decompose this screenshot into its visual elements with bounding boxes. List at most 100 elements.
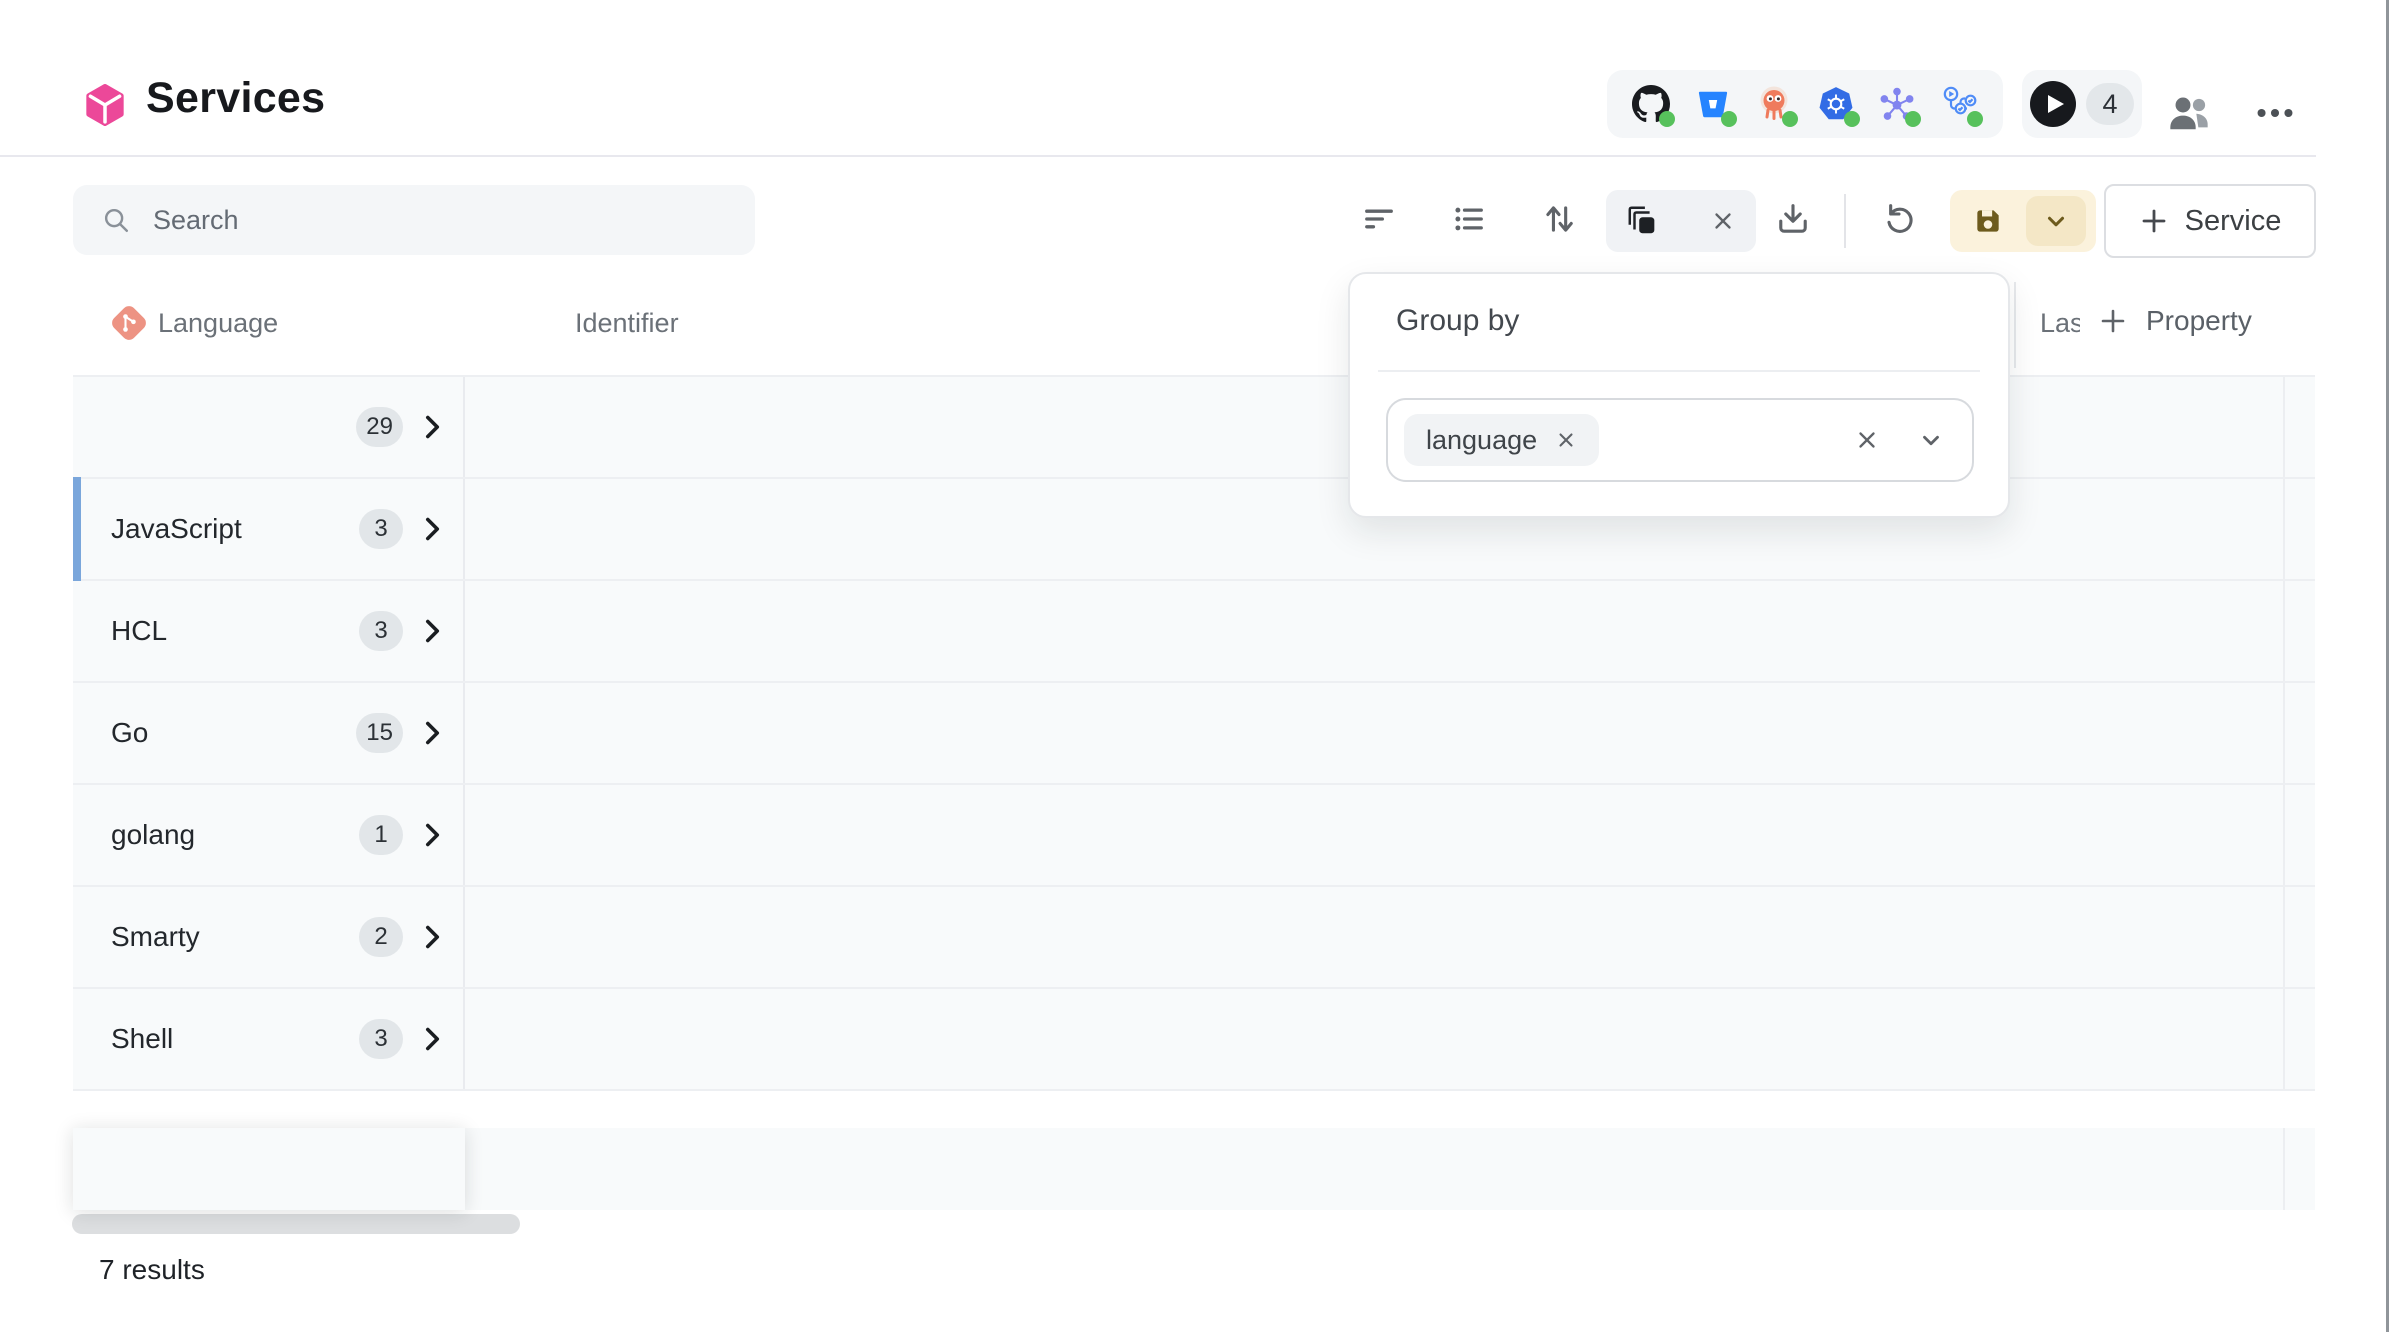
chevron-right-icon[interactable] [413,408,451,446]
group-count-badge: 15 [356,713,403,753]
group-stack-icon [1626,204,1660,238]
status-dot [1782,111,1798,127]
more-menu-button[interactable] [2246,84,2304,142]
partial-spacer-cell [465,1128,2315,1210]
popover-divider [1378,370,1980,372]
chip-label: language [1426,425,1537,456]
chevron-down-icon [2043,208,2069,234]
bitbucket-integration-icon[interactable] [1693,84,1733,124]
save-view-button-group[interactable] [1950,190,2096,252]
group-cell[interactable]: 29 [73,377,465,477]
cluster-integration-icon[interactable] [1877,84,1917,124]
chevron-right-icon[interactable] [413,612,451,650]
status-dot [1659,111,1675,127]
sort-button[interactable] [1536,196,1582,242]
popover-title: Group by [1396,304,1519,338]
github-integration-icon[interactable] [1631,84,1671,124]
column-header-truncated[interactable]: Las [2040,308,2080,339]
add-property-button[interactable]: Property [2098,296,2252,346]
group-by-select[interactable]: language [1386,398,1974,482]
close-icon [1854,427,1880,453]
group-by-button[interactable] [1606,190,1756,252]
row-spacer-cell [465,785,2315,885]
kubernetes-integration-icon[interactable] [1816,84,1856,124]
group-cell[interactable]: HCL 3 [73,581,465,681]
runs-indicator[interactable]: 4 [2022,70,2142,138]
chevron-right-icon[interactable] [413,816,451,854]
argocd-integration-icon[interactable] [1754,84,1794,124]
group-label: Smarty [111,921,200,953]
search-input[interactable] [151,204,715,237]
integrations-strip [1607,70,2003,138]
chevron-right-icon[interactable] [413,714,451,752]
group-cell[interactable]: Go 15 [73,683,465,783]
add-property-label: Property [2146,305,2252,337]
table-row[interactable]: golang 1 [73,785,2315,887]
reset-button[interactable] [1876,196,1922,242]
workflow-integration-icon[interactable] [1939,84,1979,124]
add-service-label: Service [2185,205,2282,238]
search-bar[interactable] [73,185,755,255]
filter-button[interactable] [1356,196,1402,242]
group-by-chip[interactable]: language [1404,414,1599,466]
group-cell[interactable]: golang 1 [73,785,465,885]
table-row[interactable]: HCL 3 [73,581,2315,683]
group-count-badge: 3 [359,1019,403,1059]
select-dropdown-button[interactable] [1918,427,1944,453]
partial-row [73,1128,2315,1210]
horizontal-scrollbar[interactable] [72,1214,520,1234]
chevron-right-icon[interactable] [413,1020,451,1058]
plus-icon [2098,306,2128,336]
column-header-identifier[interactable]: Identifier [575,308,679,339]
clear-group-icon[interactable] [1710,208,1736,234]
runs-count-badge: 4 [2086,83,2134,125]
partial-group-cell [73,1128,465,1210]
group-label: Go [111,717,148,749]
toolbar-divider [1844,194,1846,248]
chip-remove-icon[interactable] [1555,429,1577,451]
status-dot [1967,111,1983,127]
status-dot [1905,111,1921,127]
git-icon [108,302,150,344]
group-label: HCL [111,615,167,647]
row-spacer-cell [465,989,2315,1089]
users-button[interactable] [2160,84,2218,142]
page-title: Services [146,74,325,123]
status-dot [1844,111,1860,127]
list-view-button[interactable] [1446,196,1492,242]
group-label: Shell [111,1023,173,1055]
group-count-badge: 3 [359,509,403,549]
group-count-badge: 3 [359,611,403,651]
group-count-badge: 2 [359,917,403,957]
plus-icon [2139,206,2169,236]
column-divider [2014,282,2016,368]
add-service-button[interactable]: Service [2104,184,2316,258]
header-divider [0,155,2316,157]
save-icon [1972,205,2004,237]
chevron-down-icon [1918,427,1944,453]
group-label: JavaScript [111,513,242,545]
group-cell[interactable]: JavaScript 3 [73,479,465,579]
row-spacer-cell [465,683,2315,783]
download-button[interactable] [1770,196,1816,242]
save-options-dropdown[interactable] [2026,196,2086,246]
results-count: 7 results [99,1254,205,1286]
status-dot [1721,111,1737,127]
app-logo-icon [84,84,126,126]
group-cell[interactable]: Smarty 2 [73,887,465,987]
chevron-right-icon[interactable] [413,918,451,956]
window-edge [2386,0,2389,1332]
row-spacer-cell [465,887,2315,987]
table-row[interactable]: Smarty 2 [73,887,2315,989]
group-count-badge: 29 [356,407,403,447]
group-cell[interactable]: Shell 3 [73,989,465,1089]
group-by-popover: Group by language [1348,272,2010,518]
select-clear-button[interactable] [1854,427,1880,453]
save-button[interactable] [1950,190,2026,252]
play-icon[interactable] [2030,81,2076,127]
group-label: golang [111,819,195,851]
table-row[interactable]: Go 15 [73,683,2315,785]
chevron-right-icon[interactable] [413,510,451,548]
column-header-language[interactable]: Language [158,308,278,339]
table-row[interactable]: Shell 3 [73,989,2315,1091]
